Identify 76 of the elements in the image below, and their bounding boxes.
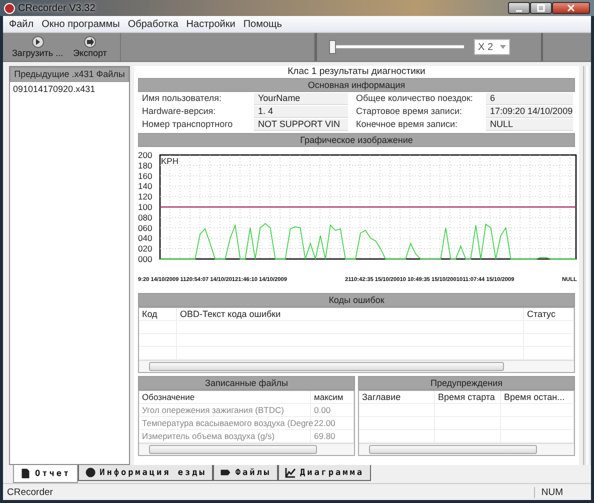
column-header: Время остан...	[501, 391, 574, 403]
table-cell: Угол опережения зажигания (BTDC)	[139, 404, 311, 416]
export-button[interactable]: Экспорт	[70, 33, 110, 61]
field-label: Имя пользователя:	[142, 93, 223, 105]
field-label: Стартовое время записи:	[356, 106, 463, 118]
close-button[interactable]	[552, 2, 590, 14]
close-icon	[566, 4, 576, 12]
axis-label: 200	[138, 150, 152, 160]
tab[interactable]: Диаграмма	[278, 465, 372, 481]
tab[interactable]: Файлы	[213, 465, 278, 481]
axis-label: 100	[138, 202, 152, 212]
table-cell: 69.80	[311, 430, 354, 442]
report-title: Клас 1 результаты диагностики	[286, 66, 426, 78]
axis-label: 000	[138, 254, 152, 264]
field-label: Общее количество поездок:	[356, 93, 474, 105]
document-icon	[20, 468, 31, 479]
table-cell: Измеритель объема воздуха (g/s)	[139, 430, 311, 442]
section-header: Предупреждения	[358, 376, 575, 390]
table-cell: Температура всасываемого воздуха (Degre	[139, 417, 311, 429]
value-field: NOT SUPPORT VIN	[254, 119, 348, 131]
chart-icon	[284, 467, 296, 478]
window-title: CRecorder V3.32	[18, 2, 96, 14]
axis-label: 120	[138, 192, 152, 202]
caret-icon	[500, 45, 506, 49]
horizontal-scrollbar[interactable]	[139, 360, 574, 372]
status-text: CRecorder	[7, 486, 53, 498]
axis-label: 140	[138, 181, 152, 192]
num-lock-indicator: NUM	[534, 486, 587, 498]
menu-item[interactable]: Помощь	[239, 18, 286, 30]
value-field: 6	[486, 93, 573, 105]
column-header: Заглавие	[359, 391, 435, 403]
maximize-button[interactable]	[530, 2, 552, 14]
axis-label: 160	[138, 170, 152, 181]
load-button[interactable]: Загрузить ...	[9, 33, 66, 61]
axis-label: 060	[138, 222, 152, 233]
column-header: Обозначение	[139, 391, 311, 403]
tab[interactable]: Отчет	[13, 465, 78, 483]
horizontal-scrollbar[interactable]	[139, 443, 354, 455]
menu-item[interactable]: Окно программы	[38, 18, 124, 30]
field-label: Номер транспортного	[142, 119, 234, 131]
menu-item[interactable]: Настройки	[182, 18, 240, 30]
axis-label: 020	[138, 244, 152, 254]
column-header: Статус	[524, 308, 574, 320]
axis-label: 080	[138, 212, 152, 222]
axis-label: 040	[138, 233, 152, 244]
field-label: Конечное время записи:	[356, 119, 459, 131]
minimize-button[interactable]	[508, 2, 530, 14]
unit-label: KPH	[161, 156, 178, 166]
column-header: Время старта	[435, 391, 501, 403]
column-header: OBD-Текст кода ошибки	[177, 308, 524, 320]
value-field: 17:09:20 14/10/2009	[486, 106, 573, 118]
field-label: Hardware-версия:	[142, 106, 217, 118]
axis-label: 180	[138, 160, 152, 170]
section-header: Основная информация	[138, 78, 575, 92]
vertical-scrollbar[interactable]	[583, 66, 591, 465]
value-field: 1. 4	[254, 106, 348, 118]
column-header: максим	[311, 391, 354, 403]
arrow-icon	[84, 36, 96, 48]
file-item[interactable]: 091014170920.x431	[10, 82, 129, 96]
section-header: Графическое изображение	[138, 133, 575, 147]
table-cell: 0.00	[311, 404, 354, 416]
maximize-icon	[536, 4, 546, 12]
tab[interactable]: Информация езды	[78, 465, 214, 481]
menu-item[interactable]: Файл	[5, 18, 38, 30]
value-field: NULL	[486, 119, 573, 131]
value-field: YourName	[254, 93, 348, 105]
slider-thumb[interactable]	[329, 40, 336, 54]
panel-header: Предыдущие .x431 Файлы	[10, 67, 129, 82]
section-header: Коды ошибок	[138, 293, 575, 307]
tag-icon	[220, 467, 232, 478]
section-header: Записанные файлы	[138, 376, 355, 390]
horizontal-scrollbar[interactable]	[359, 443, 574, 455]
column-header: Код	[139, 308, 177, 320]
speed-dropdown[interactable]: X 2	[474, 39, 510, 55]
app-icon	[4, 2, 15, 14]
menu-item[interactable]: Обработка	[124, 18, 182, 30]
